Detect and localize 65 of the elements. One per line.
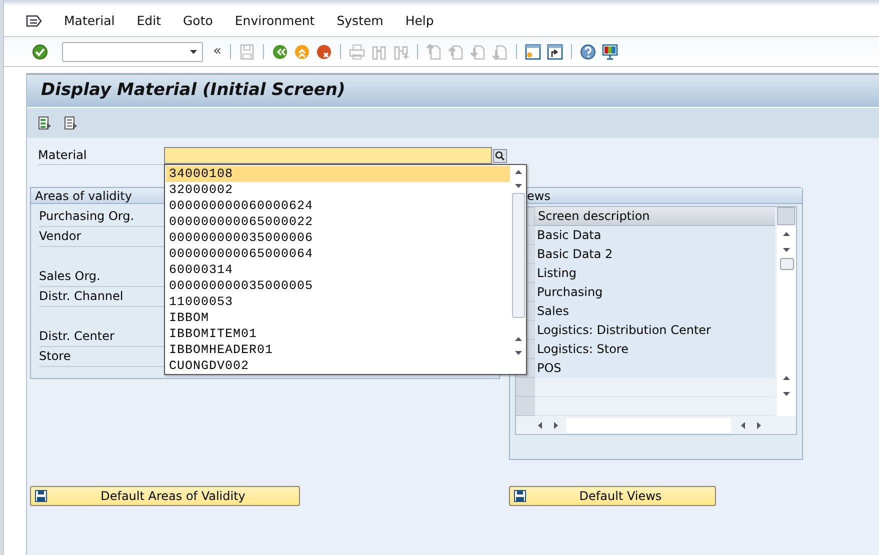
scroll-down-icon[interactable] <box>783 392 790 396</box>
list-icon[interactable] <box>64 116 78 130</box>
menu-item[interactable]: Environment <box>234 12 315 30</box>
table-cell[interactable]: POS <box>535 359 775 378</box>
help-icon[interactable] <box>580 44 596 60</box>
screen-title: Display Material (Initial Screen) <box>41 79 346 102</box>
suggestion-item[interactable]: IBBOM <box>166 310 510 326</box>
menu-item[interactable]: Material <box>64 12 115 30</box>
table-cell[interactable]: Basic Data <box>535 226 775 245</box>
menu-item[interactable]: System <box>336 12 384 30</box>
suggestion-item[interactable]: IBBOMHEADER01 <box>166 342 510 358</box>
suggestion-item[interactable]: IBBOMITEM01 <box>166 326 510 342</box>
scroll-thumb[interactable] <box>780 258 794 270</box>
collapse-glyph[interactable]: « <box>213 41 222 62</box>
scroll-right-icon[interactable] <box>757 422 761 428</box>
scroll-right-icon[interactable] <box>554 422 558 428</box>
search-icon <box>495 150 505 160</box>
suggestion-item[interactable]: 000000000035000005 <box>166 278 510 294</box>
menu-item[interactable]: Help <box>405 12 434 30</box>
suggestion-item[interactable]: 34000108 <box>166 166 510 182</box>
suggestion-item[interactable]: 000000000065000022 <box>166 214 510 230</box>
command-field[interactable] <box>62 42 203 62</box>
panel-title: Areas of validity <box>35 189 132 203</box>
cancel-icon[interactable] <box>316 44 332 60</box>
material-field[interactable] <box>164 147 492 164</box>
save-icon <box>35 490 47 502</box>
suggestion-item[interactable]: 000000000035000006 <box>166 230 510 246</box>
menu-item[interactable]: Goto <box>183 12 213 30</box>
list-icon[interactable] <box>38 116 52 130</box>
table-cell[interactable]: Logistics: Distribution Center <box>535 321 775 340</box>
scroll-up-icon[interactable] <box>514 337 522 341</box>
table-cell[interactable]: Logistics: Store <box>535 340 775 359</box>
search-button[interactable] <box>493 148 507 162</box>
suggestion-item[interactable]: 60000314 <box>166 262 510 278</box>
default-button[interactable]: Default Views <box>509 486 716 506</box>
scroll-thumb[interactable] <box>512 193 524 318</box>
table-cell[interactable]: Purchasing <box>535 283 775 302</box>
scroll-up-icon[interactable] <box>783 232 790 236</box>
suggestion-item[interactable]: 32000002 <box>166 182 510 198</box>
panel-title: ews <box>527 189 550 203</box>
scroll-down-icon[interactable] <box>514 351 522 355</box>
suggestion-item[interactable]: 000000000060000624 <box>166 198 510 214</box>
back-icon[interactable] <box>272 44 288 60</box>
scroll-up-icon[interactable] <box>783 376 790 380</box>
menu-item[interactable]: Edit <box>136 12 161 30</box>
suggestion-item[interactable]: 000000000065000064 <box>166 246 510 262</box>
scroll-left-icon[interactable] <box>538 422 542 428</box>
check-icon[interactable] <box>32 44 48 60</box>
scroll-down-icon[interactable] <box>783 248 790 252</box>
suggestion-item[interactable]: 11000053 <box>166 294 510 310</box>
table-cell[interactable]: Sales <box>535 302 775 321</box>
save-icon <box>514 490 526 502</box>
caret-icon[interactable] <box>190 50 197 54</box>
scroll-left-icon[interactable] <box>741 422 745 428</box>
monitor-icon[interactable] <box>602 44 618 60</box>
table-cell[interactable]: Listing <box>535 264 775 283</box>
shortcut-icon[interactable] <box>546 44 563 60</box>
horizontal-scrollbar[interactable] <box>566 418 731 432</box>
scroll-up-icon[interactable] <box>514 170 522 174</box>
suggestion-item[interactable]: CUONGDV002 <box>166 358 510 374</box>
menu-icon[interactable] <box>26 14 42 28</box>
column-header: Screen description <box>535 207 775 226</box>
table-cell[interactable]: Basic Data 2 <box>535 245 775 264</box>
default-button[interactable]: Default Areas of Validity <box>30 486 300 506</box>
new-window-icon[interactable] <box>524 44 541 60</box>
